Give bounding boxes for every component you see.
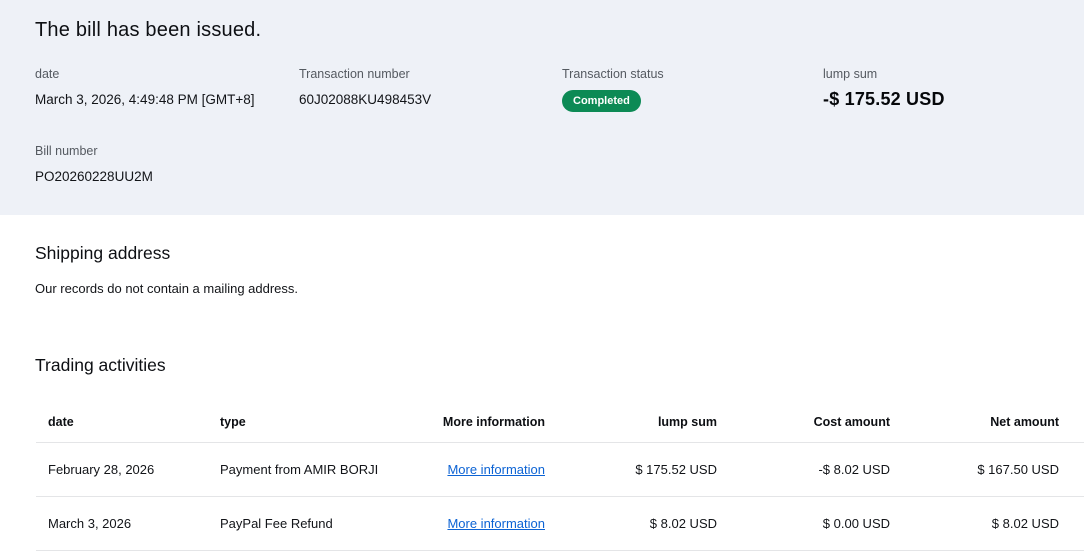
table-row: March 3, 2026 PayPal Fee Refund More inf… <box>36 496 1084 551</box>
date-value: March 3, 2026, 4:49:48 PM [GMT+8] <box>35 92 255 107</box>
cell-cost-amount: -$ 8.02 USD <box>729 442 902 497</box>
bill-detail-main: Shipping address Our records do not cont… <box>0 243 1084 551</box>
shipping-address-section: Shipping address Our records do not cont… <box>35 243 1084 296</box>
cell-type: Payment from AMIR BORJI <box>208 442 380 497</box>
transaction-status-label: Transaction status <box>562 67 664 81</box>
trading-activities-section: Trading activities date type More inform… <box>35 355 1084 551</box>
status-badge: Completed <box>562 90 641 112</box>
shipping-address-title: Shipping address <box>35 243 171 263</box>
page-title: The bill has been issued. <box>35 19 262 41</box>
bill-header: The bill has been issued. date March 3, … <box>0 0 1084 215</box>
shipping-address-empty-message: Our records do not contain a mailing add… <box>35 281 299 296</box>
column-header-net-amount: Net amount <box>902 403 1084 443</box>
cell-cost-amount: $ 0.00 USD <box>729 496 902 551</box>
summary-fields-row: date March 3, 2026, 4:49:48 PM [GMT+8] T… <box>35 67 1084 112</box>
trading-activities-table: date type More information lump sum Cost… <box>36 403 1084 551</box>
field-bill-number: Bill number PO20260228UU2M <box>35 144 1084 184</box>
bill-number-value: PO20260228UU2M <box>35 169 153 184</box>
column-header-date: date <box>36 403 208 443</box>
cell-net-amount: $ 8.02 USD <box>902 496 1084 551</box>
transaction-number-value: 60J02088KU498453V <box>299 92 432 107</box>
field-transaction-status: Transaction status Completed <box>562 67 823 112</box>
trading-activities-title: Trading activities <box>35 355 166 375</box>
cell-more-information: More information <box>380 442 557 497</box>
column-header-more-information: More information <box>380 403 557 443</box>
cell-net-amount: $ 167.50 USD <box>902 442 1084 497</box>
column-header-lump-sum: lump sum <box>557 403 729 443</box>
more-information-link[interactable]: More information <box>447 462 545 477</box>
bill-number-label: Bill number <box>35 144 98 158</box>
cell-lump-sum: $ 175.52 USD <box>557 442 729 497</box>
cell-lump-sum: $ 8.02 USD <box>557 496 729 551</box>
lump-sum-value: -$ 175.52 USD <box>823 89 945 109</box>
cell-type: PayPal Fee Refund <box>208 496 380 551</box>
column-header-cost-amount: Cost amount <box>729 403 902 443</box>
transaction-number-label: Transaction number <box>299 67 410 81</box>
cell-date: February 28, 2026 <box>36 442 208 497</box>
field-date: date March 3, 2026, 4:49:48 PM [GMT+8] <box>35 67 299 112</box>
more-information-link[interactable]: More information <box>447 516 545 531</box>
field-transaction-number: Transaction number 60J02088KU498453V <box>299 67 562 112</box>
field-lump-sum: lump sum -$ 175.52 USD <box>823 67 1084 112</box>
table-header-row: date type More information lump sum Cost… <box>36 403 1084 443</box>
table-row: February 28, 2026 Payment from AMIR BORJ… <box>36 442 1084 497</box>
cell-date: March 3, 2026 <box>36 496 208 551</box>
column-header-type: type <box>208 403 380 443</box>
lump-sum-label: lump sum <box>823 67 878 81</box>
date-label: date <box>35 67 60 81</box>
cell-more-information: More information <box>380 496 557 551</box>
